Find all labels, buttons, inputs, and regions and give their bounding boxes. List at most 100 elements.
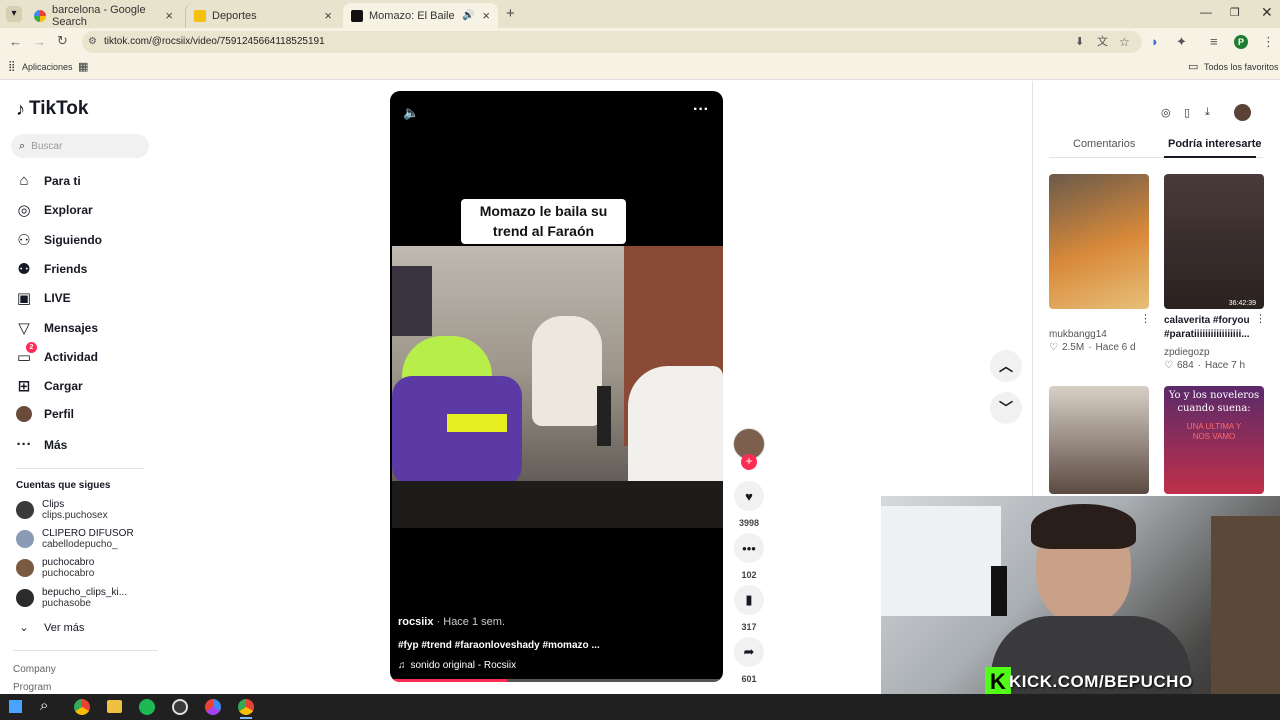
live-icon: ▣ [16,290,32,307]
more-options-icon[interactable]: ··· [693,101,709,119]
heart-icon[interactable]: ♥ [734,481,764,511]
search-input[interactable]: ⌕ Buscar [11,134,149,158]
item-more-icon[interactable]: ⋮ [1140,312,1151,325]
tab-title: barcelona - Google Search [52,3,146,28]
following-item[interactable]: Clips clips.puchosex [16,499,108,521]
puzzle-icon[interactable]: ✦ [1176,34,1187,50]
video-thumbnail[interactable]: 36:42:39 [1164,174,1264,309]
new-tab-icon[interactable]: + [506,5,515,22]
share-icon[interactable]: ➦ [734,637,764,667]
webcam-overlay: K KICK.COM/BEPUCHO [881,496,1280,720]
tab-strip: ▾ barcelona - Google Search × Deportes ×… [0,0,1280,28]
back-icon[interactable]: ← [9,34,22,49]
comment-action[interactable]: ••• 102 [734,533,764,580]
close-window-icon[interactable]: ✕ [1261,4,1273,21]
item-more-icon[interactable]: ⋮ [1255,312,1266,325]
install-icon[interactable]: ⬇ [1075,31,1084,53]
forward-icon[interactable]: → [33,34,46,49]
video-duration: 36:42:39 [1228,300,1256,307]
close-icon[interactable]: × [324,8,332,23]
avatar [16,530,34,548]
tab-tiktok[interactable]: Momazo: El Baile del Faraó 🔊 × [343,3,498,28]
tab-comentarios[interactable]: Comentarios [1073,138,1135,150]
address-bar[interactable]: ⚙ tiktok.com/@rocsiix/video/759124566411… [82,31,1142,53]
obs-icon[interactable] [172,699,188,715]
user-avatar[interactable] [1234,104,1251,121]
chrome-icon[interactable] [74,699,90,715]
bookmark-icon[interactable]: ▮ [734,585,764,615]
see-more-button[interactable]: ⌄ Ver más [16,621,84,635]
bookmark-apps[interactable]: Aplicaciones [22,62,73,72]
like-action[interactable]: ♥ 3998 [734,481,764,528]
video-player[interactable]: 🔈 ··· Momazo le baila su trend al Faraón… [390,91,723,682]
item-user[interactable]: mukbangg14 [1049,329,1107,340]
item-user[interactable]: zpdiegozp [1164,347,1210,358]
explorer-icon[interactable] [107,700,122,713]
following-item[interactable]: CLIPERO DIFUSOR cabellodepucho_ [16,528,134,550]
bookmark-all[interactable]: Todos los favoritos [1204,62,1279,72]
chrome-active-icon[interactable] [238,699,254,715]
tiktok-logo[interactable]: ♪ TikTok [16,98,88,120]
download-icon[interactable]: ⤓ [1205,106,1210,119]
profile-avatar[interactable]: P [1234,35,1248,49]
share-action[interactable]: ➦ 601 [734,637,764,684]
save-action[interactable]: ▮ 317 [734,585,764,632]
spotify-icon[interactable] [139,699,155,715]
previous-video-button[interactable]: ︿ [990,350,1022,382]
nav-explorar[interactable]: ◎ Explorar [16,201,92,219]
nav-mas[interactable]: ··· Más [16,436,68,453]
tab-search-icon[interactable]: ▾ [6,6,22,22]
activity-badge: 2 [26,342,37,353]
close-icon[interactable]: × [165,8,173,23]
footer-program[interactable]: Program [13,682,51,693]
tab-podria-interesarte[interactable]: Podría interesarte [1168,138,1262,150]
nav-live[interactable]: ▣ LIVE [16,289,71,307]
apps-icon[interactable]: ⣿ [8,61,15,72]
minimize-icon[interactable]: — [1200,5,1212,19]
nav-cargar[interactable]: ⊞ Cargar [16,377,83,395]
video-thumbnail[interactable] [1049,386,1149,494]
windows-start-icon[interactable] [9,700,22,713]
video-author[interactable]: rocsiix · Hace 1 sem. [398,616,505,628]
tab-groups-icon[interactable]: ▦ [78,60,88,73]
progress-track[interactable] [390,679,723,682]
item-title[interactable]: calaverita #foryou #paratiiiiiiiiiiiiiii… [1164,314,1256,341]
avatar [16,501,34,519]
search-icon[interactable]: ⌕ [40,697,48,714]
divider [16,468,144,469]
media-icon[interactable]: ≡ [1210,34,1218,49]
device-icon[interactable]: ▯ [1184,106,1190,119]
volume-icon[interactable]: 🔈 [403,105,419,121]
video-sound[interactable]: ♫ sonido original - Rocsiix [398,660,516,671]
tab-google[interactable]: barcelona - Google Search × [26,3,181,28]
bookmark-star-icon[interactable]: ☆ [1119,31,1130,53]
close-icon[interactable]: × [482,8,490,23]
extension-icon[interactable]: ◗ [1151,34,1159,49]
nav-para-ti[interactable]: ⌂ Para ti [16,172,80,189]
chrome-profile-icon[interactable] [205,699,221,715]
video-thumbnail[interactable] [1049,174,1149,309]
menu-icon[interactable]: ⋮ [1262,34,1275,50]
site-info-icon[interactable]: ⚙ [88,31,97,53]
nav-perfil[interactable]: Perfil [16,406,74,422]
footer-company[interactable]: Company [13,664,56,675]
window-light [881,506,1001,616]
tab-deportes[interactable]: Deportes × [185,3,340,28]
follow-plus-icon[interactable]: + [741,454,757,470]
following-item[interactable]: bepucho_clips_ki... puchasobe [16,587,127,609]
nav-mensajes[interactable]: ▽ Mensajes [16,319,98,337]
restore-icon[interactable]: ❐ [1230,6,1240,19]
comment-icon[interactable]: ••• [734,533,764,563]
following-item[interactable]: puchocabro puchocabro [16,557,94,579]
video-thumbnail[interactable]: Yo y los noveleros cuando suena: UNA ULT… [1164,386,1264,494]
compass-icon[interactable]: ◎ [1161,106,1171,119]
nav-friends[interactable]: ⚉ Friends [16,260,87,278]
next-video-button[interactable]: ﹀ [990,392,1022,424]
nav-siguiendo[interactable]: ⚇ Siguiendo [16,231,102,249]
url-text: tiktok.com/@rocsiix/video/75912456641185… [104,36,325,47]
translate-icon[interactable]: 文 [1097,31,1108,53]
nav-actividad[interactable]: ▭ 2 Actividad [16,342,98,366]
video-description[interactable]: #fyp #trend #faraonloveshady #momazo ... [398,640,600,651]
speaker-icon[interactable]: 🔊 [462,10,474,21]
reload-icon[interactable]: ↻ [57,33,68,49]
